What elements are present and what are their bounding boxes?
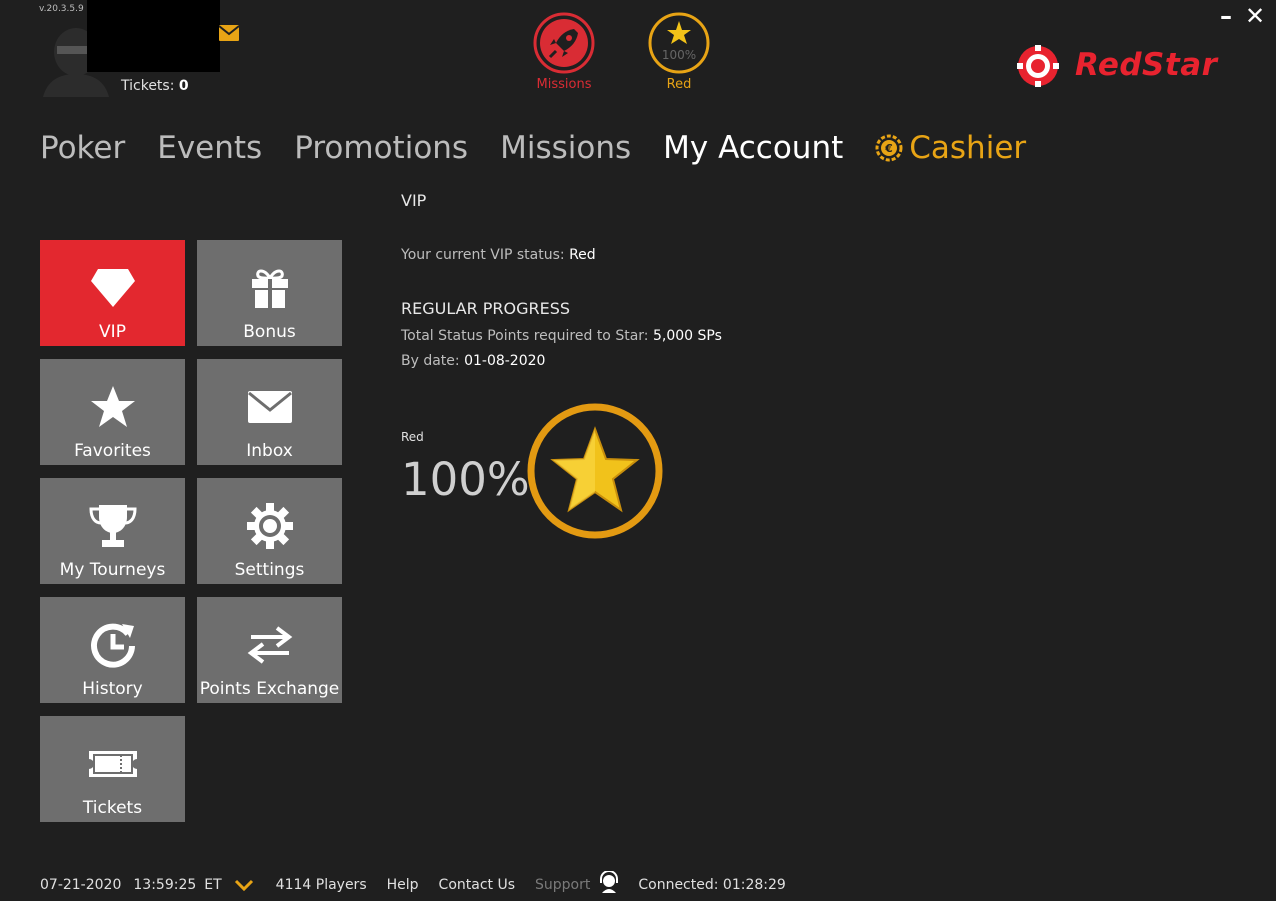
- tile-bonus-label: Bonus: [243, 322, 296, 342]
- tile-points-exchange[interactable]: Points Exchange: [197, 597, 342, 703]
- nav-cashier-label: Cashier: [909, 130, 1027, 166]
- missions-shortcut[interactable]: Missions: [532, 11, 596, 92]
- required-points-value: 5,000 SPs: [652, 328, 722, 344]
- tile-tickets-label: Tickets: [82, 798, 143, 818]
- redacted-username: [87, 0, 220, 72]
- vip-status-prefix: Your current VIP status:: [401, 247, 565, 263]
- nav-cashier[interactable]: € Cashier: [875, 130, 1026, 166]
- coin-icon: €: [875, 134, 903, 162]
- chevron-down-icon[interactable]: [234, 878, 254, 892]
- tile-tickets[interactable]: Tickets: [40, 716, 185, 822]
- svg-text:€: €: [884, 142, 893, 155]
- footer-contact-link[interactable]: Contact Us: [439, 877, 515, 893]
- rocket-icon: [533, 12, 595, 74]
- nav-promotions[interactable]: Promotions: [294, 130, 468, 166]
- tickets-label: Tickets:: [121, 78, 175, 94]
- tile-inbox-label: Inbox: [246, 441, 293, 461]
- deadline-value: 01-08-2020: [464, 353, 546, 369]
- required-points-line: Total Status Points required to Star: 5,…: [401, 328, 722, 344]
- tile-settings-label: Settings: [234, 560, 305, 580]
- vip-shortcut[interactable]: 100% Red: [647, 11, 711, 92]
- tickets-count: Tickets: 0: [121, 78, 189, 94]
- tile-settings[interactable]: Settings: [197, 478, 342, 584]
- required-points-prefix: Total Status Points required to Star:: [401, 328, 649, 344]
- minimize-button[interactable]: –: [1220, 2, 1232, 30]
- deadline-line: By date: 01-08-2020: [401, 353, 545, 369]
- vip-status-value: Red: [569, 247, 596, 263]
- page-title: VIP: [401, 191, 427, 210]
- trophy-icon: [88, 505, 137, 547]
- star-icon: [90, 386, 135, 427]
- footer-help-link[interactable]: Help: [387, 877, 419, 893]
- redstar-logo-icon: [1017, 45, 1059, 87]
- tile-inbox[interactable]: Inbox: [197, 359, 342, 465]
- exchange-icon: [247, 626, 292, 664]
- tile-my-tourneys-label: My Tourneys: [59, 560, 166, 580]
- tile-history[interactable]: History: [40, 597, 185, 703]
- star-badge-icon: 100%: [648, 12, 710, 74]
- diamond-icon: [90, 269, 135, 307]
- nav-poker[interactable]: Poker: [40, 130, 125, 166]
- tile-vip[interactable]: VIP: [40, 240, 185, 346]
- tile-history-label: History: [82, 679, 143, 699]
- nav-my-account[interactable]: My Account: [663, 130, 843, 166]
- gear-icon: [246, 503, 293, 549]
- headset-icon[interactable]: [598, 871, 620, 893]
- progress-heading: REGULAR PROGRESS: [401, 299, 571, 318]
- tile-bonus[interactable]: Bonus: [197, 240, 342, 346]
- tile-favorites-label: Favorites: [74, 441, 151, 461]
- version-label: v.20.3.5.9: [39, 4, 84, 14]
- tile-points-exchange-label: Points Exchange: [199, 679, 340, 699]
- tile-favorites[interactable]: Favorites: [40, 359, 185, 465]
- close-button[interactable]: ✕: [1245, 2, 1265, 30]
- footer-players: 4114 Players: [275, 877, 367, 893]
- footer-connected: Connected: 01:28:29: [638, 877, 786, 893]
- missions-shortcut-label: Missions: [536, 77, 592, 92]
- history-icon: [90, 623, 135, 668]
- tile-my-tourneys[interactable]: My Tourneys: [40, 478, 185, 584]
- gift-icon: [251, 269, 288, 308]
- deadline-prefix: By date:: [401, 353, 460, 369]
- level-percent: 100%: [401, 453, 530, 506]
- vip-progress-star-icon: [527, 403, 663, 539]
- nav-missions[interactable]: Missions: [500, 130, 631, 166]
- tickets-value: 0: [178, 78, 189, 94]
- level-name: Red: [401, 430, 424, 444]
- brand-name: RedStar: [1075, 47, 1218, 83]
- nav-events[interactable]: Events: [157, 130, 262, 166]
- vip-status-line: Your current VIP status: Red: [401, 247, 596, 263]
- tile-vip-label: VIP: [99, 322, 126, 342]
- footer-timezone: ET: [204, 877, 222, 893]
- footer-date: 07-21-2020: [40, 877, 122, 893]
- status-bar: 07-21-2020 13:59:25 ET 4114 Players Help…: [40, 871, 786, 893]
- ticket-icon: [88, 751, 137, 777]
- vip-shortcut-label: Red: [666, 77, 692, 92]
- footer-time: 13:59:25: [133, 877, 197, 893]
- main-nav: Poker Events Promotions Missions My Acco…: [40, 130, 1026, 166]
- footer-support-link[interactable]: Support: [535, 877, 590, 893]
- envelope-icon: [247, 391, 292, 423]
- mail-icon[interactable]: [219, 25, 239, 41]
- vip-shortcut-percent: 100%: [662, 48, 696, 62]
